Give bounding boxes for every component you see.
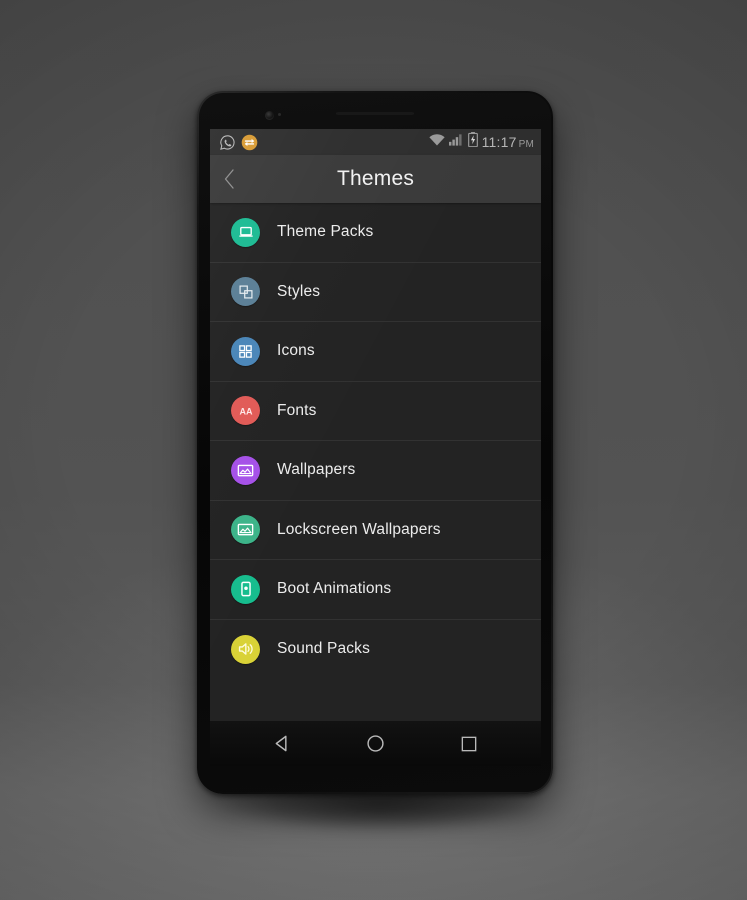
list-item-wallpapers[interactable]: Wallpapers — [210, 441, 541, 501]
circle-home-icon — [367, 735, 384, 752]
grid-icon — [231, 336, 260, 366]
list-item-label: Theme Packs — [277, 223, 374, 241]
proximity-sensor-icon — [278, 113, 281, 116]
svg-text:AA: AA — [239, 406, 252, 416]
sync-icon — [241, 134, 258, 151]
recents-nav-button[interactable] — [446, 721, 492, 766]
themes-list: Theme Packs Styles Icons AA Fonts Wallpa… — [210, 203, 541, 721]
list-item-label: Wallpapers — [277, 461, 356, 479]
whatsapp-icon — [219, 134, 236, 151]
signal-icon — [448, 133, 464, 151]
home-nav-button[interactable] — [353, 721, 399, 766]
status-bar: 11:17 PM — [210, 129, 541, 155]
list-item-lockscreen-wallpapers[interactable]: Lockscreen Wallpapers — [210, 501, 541, 560]
list-item-theme-packs[interactable]: Theme Packs — [210, 203, 541, 263]
square-recents-icon — [461, 736, 476, 751]
list-item-sound-packs[interactable]: Sound Packs — [210, 620, 541, 680]
earpiece-speaker-grille — [336, 112, 414, 115]
list-item-fonts[interactable]: AA Fonts — [210, 382, 541, 441]
list-item-label: Sound Packs — [277, 640, 370, 658]
layers-icon — [231, 277, 260, 307]
navigation-bar — [210, 721, 541, 766]
speaker-icon — [231, 634, 260, 664]
back-button[interactable] — [210, 155, 248, 203]
phone-device: 11:17 PM Themes Theme Packs Styles Icons… — [197, 91, 553, 794]
phone-device-icon — [231, 574, 260, 604]
list-item-label: Fonts — [277, 401, 317, 419]
status-bar-clock: 11:17 PM — [481, 134, 534, 150]
list-item-boot-animations[interactable]: Boot Animations — [210, 560, 541, 620]
laptop-icon — [231, 217, 260, 247]
back-nav-button[interactable] — [260, 721, 306, 766]
phone-screen: 11:17 PM Themes Theme Packs Styles Icons… — [210, 129, 541, 766]
font-aa-icon: AA — [231, 396, 260, 426]
page-title: Themes — [336, 167, 415, 190]
image-icon — [231, 515, 260, 545]
status-bar-notifications — [219, 134, 258, 151]
list-item-label: Icons — [277, 342, 315, 360]
front-camera-icon — [265, 111, 274, 120]
list-item-label: Boot Animations — [277, 580, 392, 598]
list-item-label: Styles — [277, 282, 321, 300]
status-bar-system-icons: 11:17 PM — [428, 132, 534, 152]
image-icon — [231, 455, 260, 485]
triangle-back-icon — [275, 735, 287, 752]
wifi-icon — [428, 133, 445, 152]
list-item-label: Lockscreen Wallpapers — [277, 520, 441, 538]
list-item-icons[interactable]: Icons — [210, 322, 541, 382]
battery-charging-icon — [467, 132, 478, 152]
list-item-styles[interactable]: Styles — [210, 263, 541, 322]
chevron-left-icon — [224, 169, 234, 189]
action-bar: Themes — [210, 155, 541, 203]
